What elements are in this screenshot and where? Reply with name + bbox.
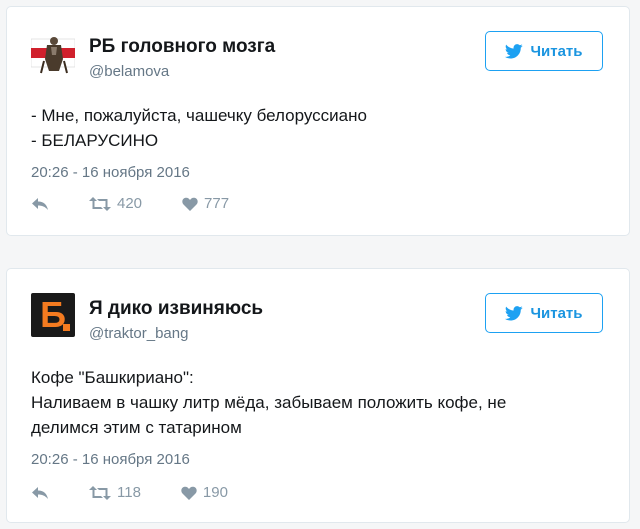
- twitter-bird-icon: [505, 305, 524, 320]
- tweet-text-line: - БЕЛАРУСИНО: [31, 131, 159, 150]
- like-button[interactable]: 777: [182, 195, 229, 212]
- tweet-text-line: - Мне, пожалуйста, чашечку белоруссиано: [31, 106, 367, 125]
- tweet-actions: 420 777: [31, 195, 269, 212]
- retweet-icon: [89, 485, 111, 500]
- follow-label: Читать: [530, 42, 583, 60]
- reply-button[interactable]: [31, 197, 49, 211]
- tweet-timestamp[interactable]: 20:26 - 16 ноября 2016: [31, 164, 190, 181]
- tweet-text-line: Кофе "Башкириано":: [31, 368, 194, 387]
- like-count: 777: [204, 195, 230, 212]
- tweet-text-line: Наливаем в чашку литр мёда, забываем пол…: [31, 393, 507, 412]
- twitter-bird-icon: [505, 43, 524, 58]
- author-avatar[interactable]: [30, 31, 76, 75]
- author-handle[interactable]: @belamova: [89, 63, 169, 80]
- follow-button[interactable]: Читать: [485, 293, 603, 333]
- retweet-count: 420: [117, 195, 143, 212]
- tweet-timestamp[interactable]: 20:26 - 16 ноября 2016: [31, 451, 190, 468]
- author-avatar[interactable]: Б: [31, 293, 75, 337]
- reply-button[interactable]: [31, 486, 49, 500]
- author-handle[interactable]: @traktor_bang: [89, 325, 188, 342]
- like-count: 190: [202, 484, 228, 501]
- follow-button[interactable]: Читать: [485, 31, 603, 71]
- follow-label: Читать: [530, 304, 583, 322]
- heart-icon: [182, 197, 198, 211]
- like-button[interactable]: 190: [181, 484, 228, 501]
- tweet-actions: 118 190: [31, 484, 268, 501]
- retweet-button[interactable]: 420: [89, 195, 142, 212]
- reply-icon: [32, 486, 48, 499]
- retweet-count: 118: [117, 484, 141, 501]
- reply-icon: [32, 197, 48, 210]
- author-name[interactable]: Я дико извиняюсь: [89, 298, 263, 320]
- retweet-icon: [89, 196, 111, 211]
- heart-icon: [181, 486, 197, 500]
- tweet-card: РБ головного мозга @belamova Читать - Мн…: [6, 6, 630, 236]
- retweet-button[interactable]: 118: [89, 484, 141, 501]
- tweet-card: Б Я дико извиняюсь @traktor_bang Читать …: [6, 268, 630, 523]
- tweet-text-line: делимся этим с татарином: [31, 418, 242, 437]
- author-name[interactable]: РБ головного мозга: [89, 36, 275, 58]
